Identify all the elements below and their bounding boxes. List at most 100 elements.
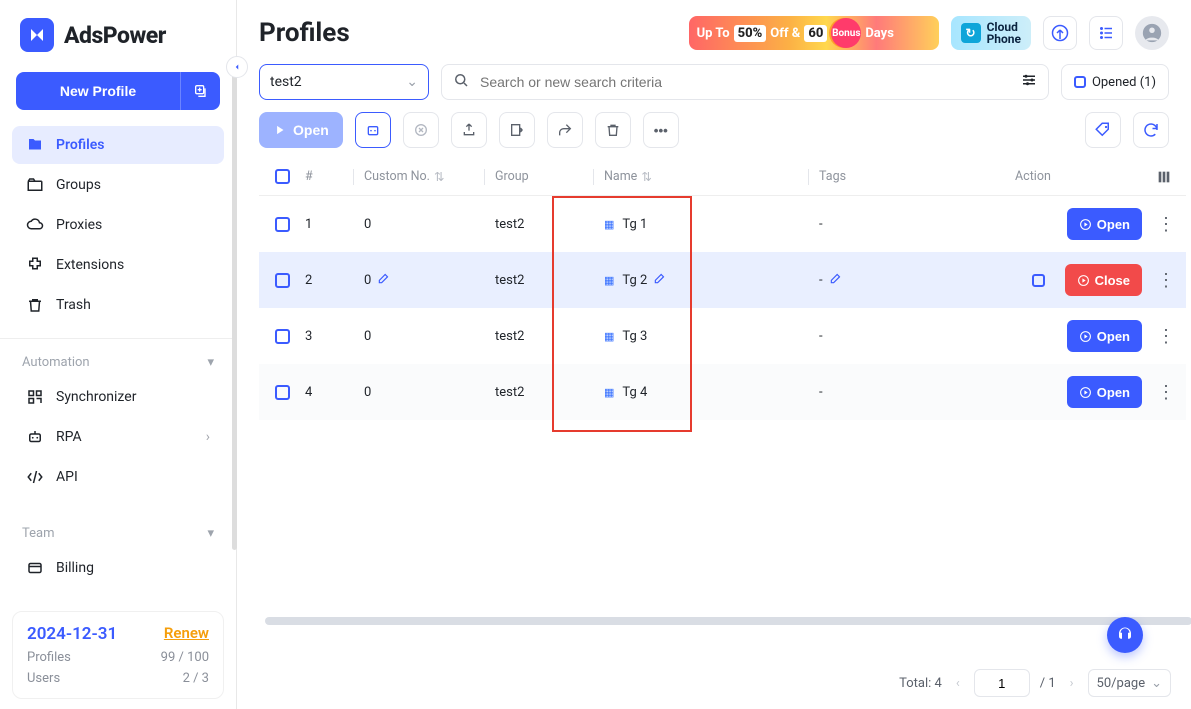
pager-next[interactable]: › (1066, 676, 1078, 691)
row-more-button[interactable]: ⋮ (1154, 214, 1178, 235)
cell-name: ▦Tg 2 (604, 271, 808, 289)
pager-prev[interactable]: ‹ (952, 676, 964, 691)
table-row[interactable]: 20test2▦Tg 2- Close⋮ (259, 252, 1186, 308)
bulk-pause-button[interactable] (355, 112, 391, 148)
section-automation[interactable]: Automation ▾ (0, 345, 236, 374)
select-all-checkbox[interactable] (275, 169, 290, 184)
plan-expiry-date: 2024-12-31 (27, 624, 117, 644)
bulk-close-button[interactable] (403, 112, 439, 148)
sidebar-item-label: Trash (56, 297, 91, 313)
bulk-export-button[interactable] (451, 112, 487, 148)
promo-text: Off & (770, 26, 800, 41)
cell-custom-no: 0 (364, 217, 484, 232)
page-title: Profiles (259, 18, 350, 48)
row-checkbox[interactable] (275, 273, 290, 288)
cell-index: 1 (305, 217, 353, 232)
bulk-share-button[interactable] (547, 112, 583, 148)
cell-tags: - (819, 329, 1015, 344)
cell-custom-no: 0 (364, 385, 484, 400)
promo-discount-banner[interactable]: Up To 50% Off & 60 Bonus Days (689, 16, 939, 50)
section-label: Automation (22, 355, 90, 370)
col-name[interactable]: Name⇅ (604, 169, 808, 185)
row-more-button[interactable]: ⋮ (1154, 270, 1178, 291)
group-filter-select[interactable]: test2 ⌄ (259, 64, 429, 100)
promo-text: Days (865, 26, 894, 41)
synchronizer-icon (26, 388, 44, 406)
pager-page-input[interactable] (974, 669, 1030, 697)
column-chooser-button[interactable] (1156, 169, 1186, 185)
bulk-import-button[interactable] (499, 112, 535, 148)
proxies-icon (26, 216, 44, 234)
plan-footer: 2024-12-31 Renew Profiles 99 / 100 Users… (12, 611, 224, 699)
horizontal-scrollbar[interactable] (265, 617, 1191, 625)
row-close-button[interactable]: Close (1065, 264, 1142, 296)
cell-group: test2 (495, 273, 593, 288)
sidebar-item-label: Proxies (56, 217, 102, 233)
sidebar-item-groups[interactable]: Groups (12, 166, 224, 204)
sidebar-item-trash[interactable]: Trash (12, 286, 224, 324)
row-more-button[interactable]: ⋮ (1154, 382, 1178, 403)
cell-index: 4 (305, 385, 353, 400)
edit-icon[interactable] (829, 271, 843, 289)
pager-per-page-select[interactable]: 50/page ⌄ (1088, 669, 1171, 697)
support-fab-button[interactable] (1107, 617, 1143, 653)
cell-custom-no: 0 (364, 329, 484, 344)
sidebar-item-label: Profiles (56, 137, 104, 153)
tag-button[interactable] (1085, 112, 1121, 148)
edit-icon[interactable] (377, 271, 391, 289)
row-open-button[interactable]: Open (1067, 376, 1142, 408)
promo2-label: Phone (987, 33, 1021, 45)
windows-icon: ▦ (604, 330, 614, 343)
plan-users-label: Users (27, 671, 60, 686)
renew-link[interactable]: Renew (164, 624, 209, 642)
opened-filter-button[interactable]: Opened (1) (1061, 64, 1169, 100)
sidebar-item-synchronizer[interactable]: Synchronizer (12, 378, 224, 416)
sidebar-collapse-button[interactable] (226, 56, 248, 78)
row-more-button[interactable]: ⋮ (1154, 326, 1178, 347)
header-sync-button[interactable] (1043, 16, 1077, 50)
sidebar-item-api[interactable]: API (12, 458, 224, 496)
profiles-icon (26, 136, 44, 154)
cell-custom-no: 0 (364, 271, 484, 289)
sidebar-item-proxies[interactable]: Proxies (12, 206, 224, 244)
bulk-open-button[interactable]: Open (259, 112, 343, 148)
table-row[interactable]: 30test2▦Tg 3- Open⋮ (259, 308, 1186, 364)
table-row[interactable]: 10test2▦Tg 1- Open⋮ (259, 196, 1186, 252)
table-row[interactable]: 40test2▦Tg 4- Open⋮ (259, 364, 1186, 420)
sidebar-item-rpa[interactable]: RPA › (12, 418, 224, 456)
user-avatar[interactable] (1135, 16, 1169, 50)
bulk-more-button[interactable]: ••• (643, 112, 679, 148)
row-open-button[interactable]: Open (1067, 320, 1142, 352)
sidebar-scrollbar[interactable] (232, 60, 237, 550)
new-profile-aux-button[interactable] (180, 72, 220, 110)
section-team[interactable]: Team ▾ (0, 516, 236, 545)
sidebar-item-label: Groups (56, 177, 101, 193)
row-open-button[interactable]: Open (1067, 208, 1142, 240)
col-custom-no[interactable]: Custom No.⇅ (364, 169, 484, 185)
sidebar-item-billing[interactable]: Billing (12, 549, 224, 587)
search-settings-icon[interactable] (1020, 71, 1038, 93)
promo-sixty: 60 (804, 25, 827, 42)
col-index[interactable]: # (305, 169, 353, 184)
sidebar-item-extensions[interactable]: Extensions (12, 246, 224, 284)
chevron-down-icon: ⌄ (1151, 676, 1162, 691)
promo-cloud-phone[interactable]: ↻ Cloud Phone (951, 16, 1031, 50)
search-input[interactable] (480, 74, 1010, 90)
sidebar-item-profiles[interactable]: Profiles (12, 126, 224, 164)
billing-icon (26, 559, 44, 577)
edit-icon[interactable] (653, 271, 667, 289)
header-tasks-button[interactable] (1089, 16, 1123, 50)
brand-name: AdsPower (64, 22, 166, 49)
bulk-delete-button[interactable] (595, 112, 631, 148)
refresh-button[interactable] (1133, 112, 1169, 148)
row-checkbox[interactable] (275, 329, 290, 344)
new-profile-button[interactable]: New Profile (16, 72, 180, 110)
chevron-down-icon: ⌄ (406, 74, 418, 90)
col-tags[interactable]: Tags (819, 169, 1015, 184)
brand-logo-icon (20, 18, 54, 52)
table-header-row: # Custom No.⇅ Group Name⇅ Tags Action (259, 158, 1186, 196)
row-checkbox[interactable] (275, 385, 290, 400)
row-checkbox[interactable] (275, 217, 290, 232)
col-group[interactable]: Group (495, 169, 593, 184)
cell-group: test2 (495, 329, 593, 344)
